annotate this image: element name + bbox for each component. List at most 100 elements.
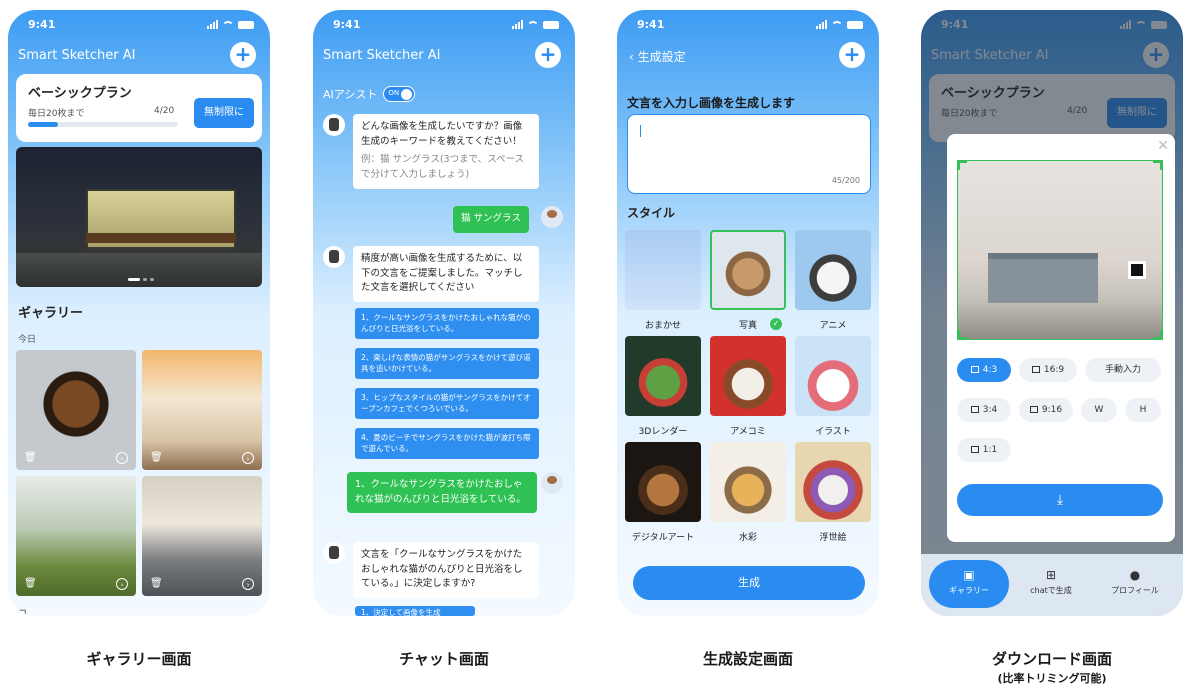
style-option-digital-art[interactable]: デジタルアート [625, 442, 701, 546]
style-option-illustration[interactable]: イラスト [795, 336, 871, 440]
add-button[interactable]: + [839, 42, 865, 68]
download-modal: ✕ 4:3 16:9 手動入力 3:4 9:16 W H 1:1 ⤓ [947, 134, 1175, 542]
status-bar: 9:41 [24, 18, 254, 34]
ratio-1-1[interactable]: 1:1 [957, 438, 1011, 462]
tab-bar: ▣ ギャラリー ⊞ chatで生成 ● プロフィール [921, 554, 1183, 616]
caption-chat: チャット画面 [399, 650, 489, 668]
ratio-4-3[interactable]: 4:3 [957, 358, 1011, 382]
download-icon: ⤓ [1056, 492, 1064, 508]
bot-message: 精度が高い画像を生成するために、以下の文言をご提案しました。マッチした文言を選択… [353, 246, 539, 303]
battery-icon [543, 21, 559, 29]
width-input[interactable]: W [1081, 398, 1117, 422]
generate-button[interactable]: 生成 [633, 566, 865, 600]
hero-banner-image[interactable] [16, 147, 262, 287]
option-button[interactable]: 4、夏のビーチでサングラスをかけた猫が波打ち際で遊んでいる。 [355, 428, 539, 459]
user-message: 1、クールなサングラスをかけたおしゃれな猫がのんびりと日光浴をしている。 [347, 472, 537, 514]
tab-chat-generate[interactable]: ⊞ chatで生成 [1011, 560, 1091, 608]
download-button[interactable]: ⤓ [957, 484, 1163, 516]
ratio-16-9[interactable]: 16:9 [1019, 358, 1077, 382]
ratio-3-4[interactable]: 3:4 [957, 398, 1011, 422]
style-option-watercolor[interactable]: 水彩 [710, 442, 786, 546]
caption-download-sub: (比率トリミング可能) [997, 672, 1107, 685]
arrow-circle-icon[interactable]: › [116, 578, 128, 590]
close-icon[interactable]: ✕ [1157, 138, 1169, 154]
arrow-circle-icon[interactable]: › [242, 578, 254, 590]
tab-profile[interactable]: ● プロフィール [1095, 560, 1175, 608]
bot-message: 文言を「クールなサングラスをかけたおしゃれな猫がのんびりと日光浴をしている。」に… [353, 542, 539, 599]
plan-progress-bar [28, 122, 178, 127]
gallery-date-label: 今日 [18, 335, 37, 345]
trash-icon[interactable]: 🗑 [24, 452, 37, 464]
status-bar: 9:41 [633, 18, 863, 34]
chat-screen: 9:41 Smart Sketcher AI + AIアシスト ON どんな画像… [313, 10, 575, 616]
next-section-peek: コ [18, 609, 28, 616]
user-avatar [541, 472, 563, 494]
add-button[interactable]: + [230, 42, 256, 68]
unlimited-button[interactable]: 無制限に [194, 98, 254, 128]
plan-progress-fill [28, 122, 58, 127]
trash-icon[interactable]: 🗑 [24, 578, 37, 590]
gallery-image-cat[interactable]: 🗑 › [142, 350, 262, 470]
back-nav[interactable]: ‹ 生成設定 [629, 48, 686, 65]
status-time: 9:41 [28, 18, 56, 31]
user-avatar [541, 206, 563, 228]
page-title: 生成設定 [637, 50, 686, 64]
text-caret [640, 125, 641, 137]
trash-icon[interactable]: 🗑 [150, 452, 163, 464]
height-input[interactable]: H [1125, 398, 1161, 422]
bot-message: どんな画像を生成したいですか？画像生成のキーワードを教えてください！ 例：猫 サ… [353, 114, 539, 189]
manual-input-button[interactable]: 手動入力 [1085, 358, 1161, 382]
char-counter: 45/200 [831, 176, 860, 185]
gallery-image-dog[interactable]: 🗑 › [16, 350, 136, 470]
bot-avatar [323, 542, 345, 564]
option-button[interactable]: 2、楽しげな表情の猫がサングラスをかけて遊び道具を追いかけている。 [355, 348, 539, 379]
image-icon: ▣ [963, 568, 975, 582]
wifi-icon [222, 21, 234, 29]
download-screen: 9:41 Smart Sketcher AI + ベーシックプラン 毎日20枚ま… [921, 10, 1183, 616]
status-time: 9:41 [333, 18, 361, 31]
trash-icon[interactable]: 🗑 [150, 578, 163, 590]
style-option-ukiyoe[interactable]: 浮世絵 [795, 442, 871, 546]
ratio-9-16[interactable]: 9:16 [1019, 398, 1073, 422]
prompt-heading: 文言を入力し画像を生成します [627, 96, 796, 110]
ai-assist-toggle[interactable]: ON [383, 86, 416, 102]
app-title: Smart Sketcher AI [18, 48, 136, 63]
chevron-left-icon[interactable]: ‹ [629, 50, 634, 64]
style-option-auto[interactable]: おまかせ [625, 230, 701, 334]
style-option-photo[interactable]: ✓ 写真 [710, 230, 786, 334]
app-title: Smart Sketcher AI [323, 48, 441, 63]
style-option-anime[interactable]: アニメ [795, 230, 871, 334]
option-button[interactable]: 1、決定して画像を生成 [355, 606, 475, 616]
arrow-circle-icon[interactable]: › [116, 452, 128, 464]
crop-handle[interactable] [958, 161, 967, 170]
status-time: 9:41 [637, 18, 665, 31]
caption-settings: 生成設定画面 [702, 650, 793, 668]
crop-handle[interactable] [1153, 330, 1162, 339]
plan-title: ベーシックプラン [28, 86, 132, 101]
style-heading: スタイル [627, 206, 676, 220]
carousel-dots [128, 278, 154, 281]
gallery-image-room[interactable]: 🗑 › [142, 476, 262, 596]
option-button[interactable]: 1、クールなサングラスをかけたおしゃれな猫がのんびりと日光浴をしている。 [355, 308, 539, 339]
crop-area[interactable] [957, 160, 1163, 340]
gallery-image-horse[interactable]: 🗑 › [16, 476, 136, 596]
settings-screen: 9:41 ‹ 生成設定 + 文言を入力し画像を生成します 45/200 スタイル… [617, 10, 879, 616]
style-option-comic[interactable]: アメコミ [710, 336, 786, 440]
wifi-icon [831, 21, 843, 29]
signal-icon [816, 20, 827, 29]
battery-icon [847, 21, 863, 29]
gallery-screen: 9:41 Smart Sketcher AI + ベーシックプラン 毎日20枚ま… [8, 10, 270, 616]
person-icon: ● [1129, 568, 1141, 582]
crop-handle[interactable] [1153, 161, 1162, 170]
arrow-circle-icon[interactable]: › [242, 452, 254, 464]
caption-gallery: ギャラリー画面 [86, 650, 192, 668]
style-option-3d[interactable]: 3Dレンダー [625, 336, 701, 440]
option-button[interactable]: 3、ヒップなスタイルの猫がサングラスをかけてオープンカフェでくつろいでいる。 [355, 388, 539, 419]
prompt-input[interactable]: 45/200 [627, 114, 871, 194]
battery-icon [238, 21, 254, 29]
wifi-icon [527, 21, 539, 29]
add-button[interactable]: + [535, 42, 561, 68]
tab-gallery[interactable]: ▣ ギャラリー [929, 560, 1009, 608]
signal-icon [207, 20, 218, 29]
crop-handle[interactable] [958, 330, 967, 339]
